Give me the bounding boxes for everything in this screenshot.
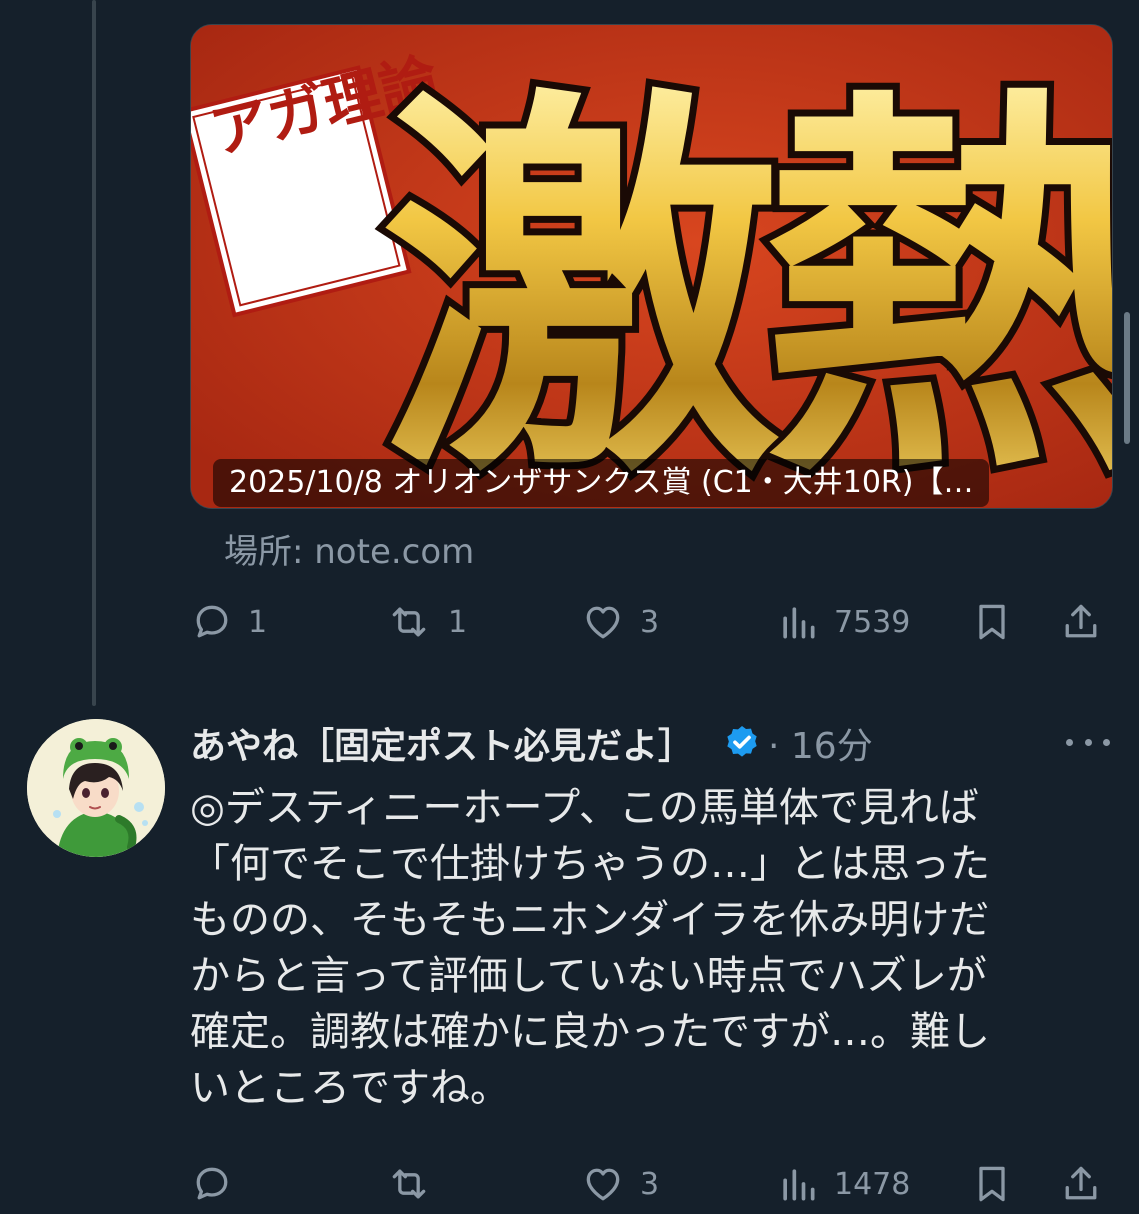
reply-icon [196, 1167, 228, 1200]
author-avatar[interactable] [27, 719, 165, 857]
share-button[interactable] [1058, 1154, 1104, 1214]
heart-icon [586, 1168, 620, 1201]
like-button[interactable]: 3 [580, 592, 659, 652]
post-text-line: 確定。調教は確かに良かったですが…。難し [190, 1009, 990, 1055]
reply-count: 1 [248, 604, 268, 640]
repost-button[interactable] [384, 1154, 448, 1214]
card-headline-text: 激熱 [381, 55, 1112, 508]
post-text-line: からと言って評価していない時点でハズレが [190, 953, 987, 999]
reply-button[interactable] [190, 1154, 248, 1214]
post-text-line: ものの、そもそもニホンダイラを休み明けだ [190, 897, 990, 943]
reply-post-header: あやね［固定ポスト必見だよ］ · 16分 [190, 715, 873, 771]
reply-post-text: ◎デスティニーホープ、この馬単体で見れば 「何でそこで仕掛けちゃうの…」とは思っ… [190, 780, 1100, 1116]
post-text-line: いところですね。 [190, 1065, 510, 1111]
verified-check-icon [727, 726, 757, 757]
more-options-icon[interactable] [1066, 728, 1110, 756]
like-button[interactable]: 3 [580, 1154, 659, 1214]
bookmark-button[interactable] [970, 592, 1014, 652]
share-icon [1065, 1166, 1097, 1200]
card-domain-label[interactable]: 場所: note.com [224, 524, 474, 573]
bookmark-icon [979, 1166, 1005, 1202]
post-timestamp[interactable]: · 16分 [768, 717, 873, 769]
repost-icon [392, 1169, 426, 1199]
card-thumbnail-image: アガ理論 激熱 [191, 25, 1112, 508]
view-count: 1478 [834, 1166, 911, 1202]
post-text-line: ◎デスティニーホープ、この馬単体で見れば [190, 785, 979, 831]
link-preview-card[interactable]: アガ理論 激熱 2025/10/8 オリオンザサンクス賞 (C1・大井10R)【… [190, 24, 1113, 509]
avatar-illustration [27, 719, 165, 857]
repost-icon [392, 607, 426, 637]
card-title-caption: 2025/10/8 オリオンザサンクス賞 (C1・大井10R)【… [213, 459, 990, 507]
view-count: 7539 [834, 604, 911, 640]
views-icon [783, 1169, 815, 1201]
scrollbar-thumb[interactable] [1124, 312, 1130, 444]
share-icon [1065, 604, 1097, 638]
views-button[interactable]: 7539 [776, 592, 910, 652]
verified-badge [722, 723, 762, 763]
repost-count: 1 [448, 604, 468, 640]
bookmark-icon [979, 604, 1005, 640]
views-button[interactable]: 1478 [776, 1154, 910, 1214]
reply-icon [196, 605, 228, 638]
like-count: 3 [640, 1166, 660, 1202]
post-text-line: 「何でそこで仕掛けちゃうの…」とは思った [190, 841, 990, 887]
like-count: 3 [640, 604, 660, 640]
repost-button[interactable]: 1 [384, 592, 467, 652]
views-icon [783, 607, 815, 639]
reply-button[interactable]: 1 [190, 592, 267, 652]
share-button[interactable] [1058, 592, 1104, 652]
reply-post-action-bar: 3 1478 [0, 1154, 1139, 1214]
bookmark-button[interactable] [970, 1154, 1014, 1214]
upper-post-action-bar: 1 1 3 7539 [0, 592, 1139, 652]
author-name[interactable]: あやね［固定ポスト必見だよ］ [190, 717, 694, 769]
heart-icon [586, 606, 620, 639]
